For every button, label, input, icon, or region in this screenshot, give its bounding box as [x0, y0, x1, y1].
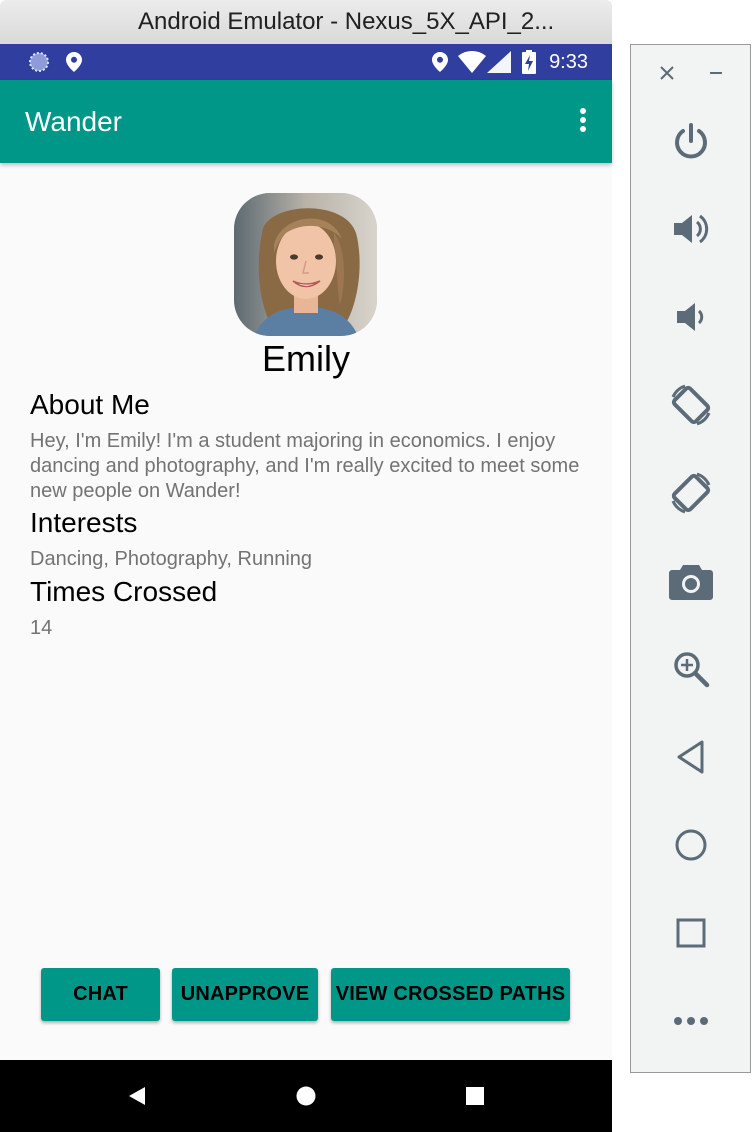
- home-icon[interactable]: [631, 815, 750, 875]
- location-icon: [431, 44, 449, 80]
- zoom-icon[interactable]: [631, 639, 750, 699]
- unapprove-button[interactable]: UNAPPROVE: [172, 968, 318, 1021]
- wifi-icon: [458, 44, 486, 80]
- app-title: Wander: [25, 106, 123, 137]
- more-vert-icon[interactable]: [574, 106, 592, 136]
- about-heading: About Me: [30, 389, 150, 420]
- interests-text: Dancing, Photography, Running: [30, 548, 313, 570]
- signal-icon: [486, 44, 512, 80]
- nav-home-icon[interactable]: [276, 1060, 336, 1132]
- battery-charging-icon: [521, 44, 537, 80]
- emulator-toolbar: [630, 44, 751, 1073]
- profile-content: Emily About Me Hey, I'm Emily! I'm a stu…: [0, 163, 612, 1060]
- volume-down-icon[interactable]: [631, 287, 750, 347]
- nav-recents-icon[interactable]: [445, 1060, 505, 1132]
- power-icon[interactable]: [631, 111, 750, 171]
- location-icon: [65, 44, 83, 80]
- status-bar: 9:33: [0, 44, 612, 80]
- profile-avatar: [234, 193, 377, 336]
- minimize-icon[interactable]: [704, 61, 728, 85]
- rotate-right-icon[interactable]: [631, 463, 750, 523]
- close-icon[interactable]: [655, 61, 679, 85]
- navigation-bar: [0, 1060, 612, 1132]
- sync-icon: [28, 44, 50, 80]
- times-crossed-value: 14: [30, 617, 53, 639]
- profile-name: Emily: [262, 338, 350, 379]
- chat-button[interactable]: CHAT: [41, 968, 160, 1021]
- camera-icon[interactable]: [631, 551, 750, 611]
- interests-heading: Interests: [30, 507, 138, 538]
- status-time: 9:33: [549, 51, 588, 73]
- nav-back-icon[interactable]: [107, 1060, 167, 1132]
- more-icon[interactable]: [631, 991, 750, 1051]
- emulator-window-title: Android Emulator - Nexus_5X_API_2...: [0, 0, 612, 44]
- back-icon[interactable]: [631, 727, 750, 787]
- times-crossed-heading: Times Crossed: [30, 576, 218, 607]
- view-crossed-paths-button[interactable]: VIEW CROSSED PATHS: [331, 968, 570, 1021]
- rotate-left-icon[interactable]: [631, 375, 750, 435]
- about-text: Hey, I'm Emily! I'm a student majoring i…: [30, 430, 580, 502]
- volume-up-icon[interactable]: [631, 199, 750, 259]
- overview-icon[interactable]: [631, 903, 750, 963]
- app-bar: Wander: [0, 80, 612, 163]
